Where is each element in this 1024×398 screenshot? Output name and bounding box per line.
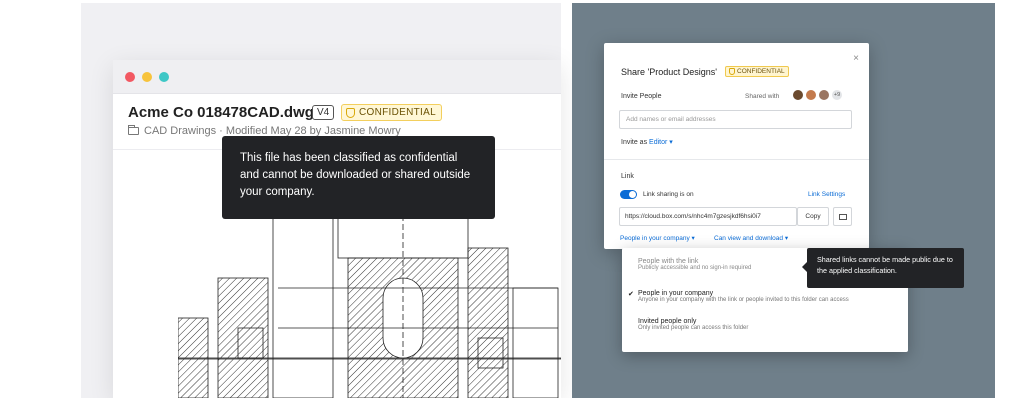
window-titlebar bbox=[113, 60, 561, 94]
menu-item-description: Publicly accessible and no sign-in requi… bbox=[638, 265, 752, 271]
permission-dropdown[interactable]: Can view and download ▾ bbox=[714, 234, 788, 242]
share-classification-badge[interactable]: CONFIDENTIAL bbox=[725, 66, 789, 77]
access-scope-dropdown[interactable]: People in your company ▾ bbox=[620, 234, 695, 242]
checkmark-icon: ✔ bbox=[628, 291, 634, 298]
divider bbox=[604, 159, 869, 160]
shield-icon bbox=[346, 107, 355, 118]
copy-link-button[interactable]: Copy bbox=[797, 207, 829, 226]
collaborator-avatars[interactable]: +9 bbox=[792, 89, 843, 101]
stage: Acme Co 018478CAD.dwg V4 CONFIDENTIAL CA… bbox=[0, 0, 1024, 398]
link-sharing-toggle[interactable] bbox=[620, 190, 637, 199]
close-window-dot[interactable] bbox=[125, 72, 135, 82]
menu-item-title: Invited people only bbox=[638, 318, 697, 325]
cad-drawing bbox=[178, 188, 561, 398]
maximize-window-dot[interactable] bbox=[159, 72, 169, 82]
classification-label: CONFIDENTIAL bbox=[359, 107, 436, 118]
shared-link-url-field[interactable]: https://cloud.box.com/s/nhc4m7gzesjkdf6h… bbox=[619, 207, 797, 226]
share-classification-label: CONFIDENTIAL bbox=[737, 68, 785, 75]
more-collaborators-count[interactable]: +9 bbox=[831, 89, 843, 101]
share-modal: Share 'Product Designs' CONFIDENTIAL × I… bbox=[604, 43, 869, 249]
mail-icon bbox=[839, 214, 847, 220]
file-preview-window: Acme Co 018478CAD.dwg V4 CONFIDENTIAL CA… bbox=[113, 60, 561, 398]
version-badge[interactable]: V4 bbox=[312, 105, 335, 120]
confidential-tooltip: This file has been classified as confide… bbox=[222, 136, 495, 219]
menu-item-people-in-company[interactable]: People in your company Anyone in your co… bbox=[638, 290, 849, 303]
invite-as-label: Invite as bbox=[621, 139, 648, 146]
link-section-label: Link bbox=[621, 173, 634, 180]
avatar[interactable] bbox=[818, 89, 830, 101]
menu-item-title: People with the link bbox=[638, 258, 699, 265]
avatar[interactable] bbox=[805, 89, 817, 101]
invite-people-label: Invite People bbox=[621, 93, 662, 100]
menu-item-description: Only invited people can access this fold… bbox=[638, 325, 749, 331]
close-icon[interactable]: × bbox=[853, 53, 859, 64]
minimize-window-dot[interactable] bbox=[142, 72, 152, 82]
link-settings-link[interactable]: Link Settings bbox=[808, 191, 845, 198]
link-sharing-status: Link sharing is on bbox=[643, 191, 694, 198]
avatar[interactable] bbox=[792, 89, 804, 101]
shield-icon bbox=[729, 68, 735, 75]
menu-item-people-with-link[interactable]: People with the link Publicly accessible… bbox=[638, 258, 751, 271]
shared-with-label: Shared with bbox=[745, 93, 780, 100]
file-title: Acme Co 018478CAD.dwg bbox=[128, 104, 314, 121]
classification-restriction-tooltip: Shared links cannot be made public due t… bbox=[802, 248, 964, 288]
email-link-button[interactable] bbox=[833, 207, 852, 226]
invite-input[interactable]: Add names or email addresses bbox=[619, 110, 852, 129]
share-modal-title: Share 'Product Designs' bbox=[621, 67, 717, 77]
classification-badge[interactable]: CONFIDENTIAL bbox=[341, 104, 442, 121]
invite-role-dropdown[interactable]: Editor ▾ bbox=[649, 139, 673, 146]
invite-as-row: Invite as Editor ▾ bbox=[621, 138, 673, 146]
menu-item-description: Anyone in your company with the link or … bbox=[638, 297, 849, 303]
menu-item-invited-only[interactable]: Invited people only Only invited people … bbox=[638, 318, 748, 331]
folder-icon bbox=[128, 125, 139, 135]
menu-item-title: People in your company bbox=[638, 290, 714, 297]
